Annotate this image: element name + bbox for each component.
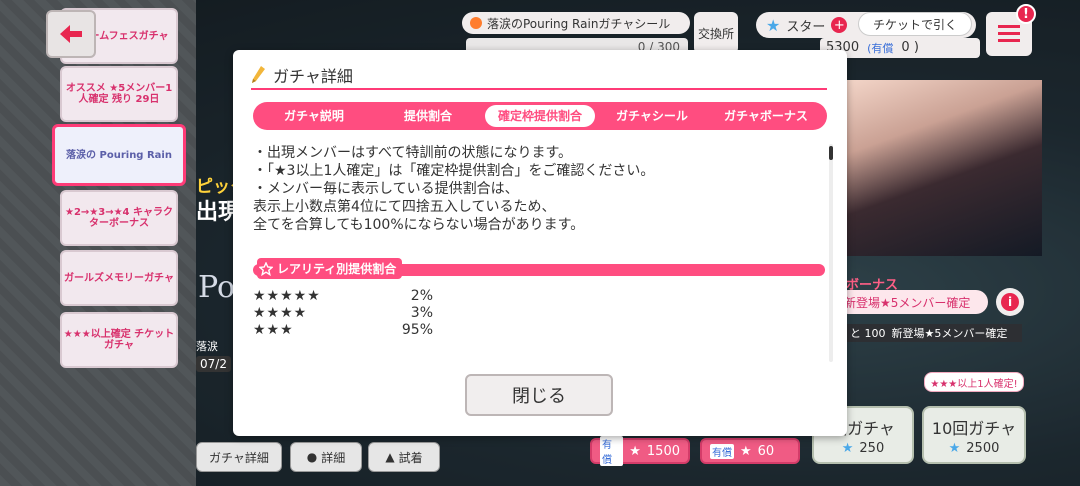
star-icon: ★	[841, 440, 854, 456]
modal-content[interactable]: ・出現メンバーはすべて特訓前の状態になります。 ・「★3以上1人確定」は「確定枠…	[253, 144, 825, 366]
rate-percent: 95%	[401, 322, 433, 338]
cost-star-icon: ★	[629, 443, 641, 459]
gacha-name-small: 落涙	[196, 340, 218, 353]
paid-tag: 有償	[710, 443, 734, 459]
detail-button[interactable]: ● 詳細	[290, 442, 362, 472]
notes-block: ・出現メンバーはすべて特訓前の状態になります。 ・「★3以上1人確定」は「確定枠…	[253, 144, 825, 234]
star-icon: ★	[766, 15, 781, 35]
rate-stars: ★★★★★	[253, 288, 321, 304]
info-icon[interactable]: i	[996, 288, 1024, 316]
notification-badge: !	[1016, 4, 1036, 24]
gacha-price-value: 2500	[966, 440, 1000, 456]
back-button[interactable]	[46, 10, 96, 58]
banner-pouring-rain[interactable]: 落涙の Pouring Rain	[52, 124, 186, 186]
note-line: 表示上小数点第4位にて四捨五入しているため、	[253, 199, 556, 215]
ticket-draw-button[interactable]: チケットで引く	[858, 12, 972, 36]
person-icon: ●	[306, 450, 318, 464]
tab-provide-rate[interactable]: 提供割合	[371, 105, 485, 127]
back-arrow-icon	[60, 25, 82, 43]
hamburger-icon	[998, 25, 1020, 42]
tab-guaranteed-rate[interactable]: 確定枠提供割合	[485, 105, 595, 127]
bonus-line-a: と 100	[850, 327, 886, 340]
star-icon: ★	[948, 440, 961, 456]
rarity-rate-table: ★★★★★ 2% ★★★★ 3% ★★★ 95%	[253, 288, 453, 339]
rarity-section-title: レアリティ別提供割合	[277, 262, 397, 276]
paid-label: (有償	[867, 40, 893, 56]
seal-icon	[470, 17, 482, 29]
content-scrollbar[interactable]	[829, 144, 833, 362]
banner-recommended[interactable]: オススメ ★5メンバー1人確定 残り 29日	[60, 66, 178, 122]
banner-character-bonus[interactable]: ★2→★3→★4 キャラクターボーナス	[60, 190, 178, 246]
paid-tag: 有償	[600, 436, 624, 466]
tab-gacha-description[interactable]: ガチャ説明	[257, 105, 371, 127]
gacha-button-price: ★ 2500	[949, 441, 1000, 456]
bonus-pill: 新登場★5メンバー確定	[836, 290, 988, 314]
ten-gacha-button[interactable]: 10回ガチャ ★ 2500	[922, 406, 1026, 464]
guarantee-tag: ★★★以上1人確定!	[924, 372, 1024, 392]
rate-stars: ★★★	[253, 322, 294, 338]
scrollbar-thumb[interactable]	[829, 146, 833, 160]
bottom-button-label: ガチャ詳細	[209, 450, 269, 465]
note-line: ・メンバー毎に表示している提供割合は、	[253, 181, 519, 197]
cost-price: 1500	[646, 443, 680, 459]
pencil-icon	[252, 66, 265, 83]
rarity-section-header: レアリティ別提供割合	[257, 258, 403, 279]
gacha-logo: Po	[198, 270, 236, 305]
note-line: 全てを合算しても100%にならない場合があります。	[253, 217, 585, 233]
rate-row: ★★★ 95%	[253, 322, 453, 339]
cost-price: 60	[757, 443, 775, 459]
cost-pill-1500[interactable]: 有償 ★ 1500	[590, 436, 690, 466]
paid-amount-value: 0	[901, 40, 910, 55]
modal-header: ガチャ詳細	[251, 62, 827, 90]
tab-bar: ガチャ説明 提供割合 確定枠提供割合 ガチャシール ガチャボーナス	[253, 102, 827, 130]
add-star-icon[interactable]: +	[831, 17, 848, 33]
gacha-detail-button[interactable]: ガチャ詳細	[196, 442, 282, 472]
seal-bar-label: 落涙のPouring Rainガチャシール	[487, 16, 671, 31]
gacha-button-title: 10回ガチャ	[931, 418, 1017, 438]
rate-stars: ★★★★	[253, 305, 308, 321]
rate-percent: 2%	[410, 288, 433, 304]
gacha-detail-modal: ガチャ詳細 ガチャ説明 提供割合 確定枠提供割合 ガチャシール ガチャボーナス …	[233, 50, 847, 436]
gacha-button-price: ★ 250	[842, 441, 884, 456]
bonus-line: と 100 新登場★5メンバー確定	[846, 324, 1022, 342]
star-label: スター	[786, 19, 826, 35]
banner-girls-memory[interactable]: ガールズメモリーガチャ	[60, 250, 178, 306]
paid-paren-close: )	[913, 40, 919, 55]
cost-star-icon: ★	[740, 443, 752, 459]
paid-label-text: 有償	[871, 42, 894, 55]
tab-gacha-seal[interactable]: ガチャシール	[595, 105, 709, 127]
gacha-seal-bar: 落涙のPouring Rainガチャシール	[462, 12, 690, 34]
gacha-date: 07/2	[196, 356, 231, 372]
bottom-button-label: 詳細	[321, 450, 346, 465]
note-line: ・出現メンバーはすべて特訓前の状態になります。	[253, 145, 573, 161]
character-image	[846, 80, 1042, 256]
rate-row: ★★★★★ 2%	[253, 288, 453, 305]
tab-gacha-bonus[interactable]: ガチャボーナス	[709, 105, 823, 127]
rate-percent: 3%	[410, 305, 433, 321]
dress-icon: ▲	[385, 450, 395, 464]
cost-pill-60[interactable]: 有償 ★ 60	[700, 438, 800, 464]
modal-title: ガチャ詳細	[273, 67, 353, 86]
paid-amount: 0 )	[901, 40, 919, 56]
bonus-line-b: 新登場★5メンバー確定	[891, 327, 1008, 340]
note-line: ・「★3以上1人確定」は「確定枠提供割合」をご確認ください。	[253, 163, 655, 179]
banner-ticket-gacha[interactable]: ★★★以上確定 チケットガチャ	[60, 312, 178, 368]
exchange-button[interactable]: 交換所	[694, 12, 738, 54]
star-outline-icon	[259, 261, 273, 276]
try-on-button[interactable]: ▲ 試着	[368, 442, 440, 472]
gacha-price-value: 250	[859, 440, 885, 456]
close-button[interactable]: 閉じる	[465, 374, 613, 416]
bottom-button-label: 試着	[398, 450, 423, 465]
rate-row: ★★★★ 3%	[253, 305, 453, 322]
